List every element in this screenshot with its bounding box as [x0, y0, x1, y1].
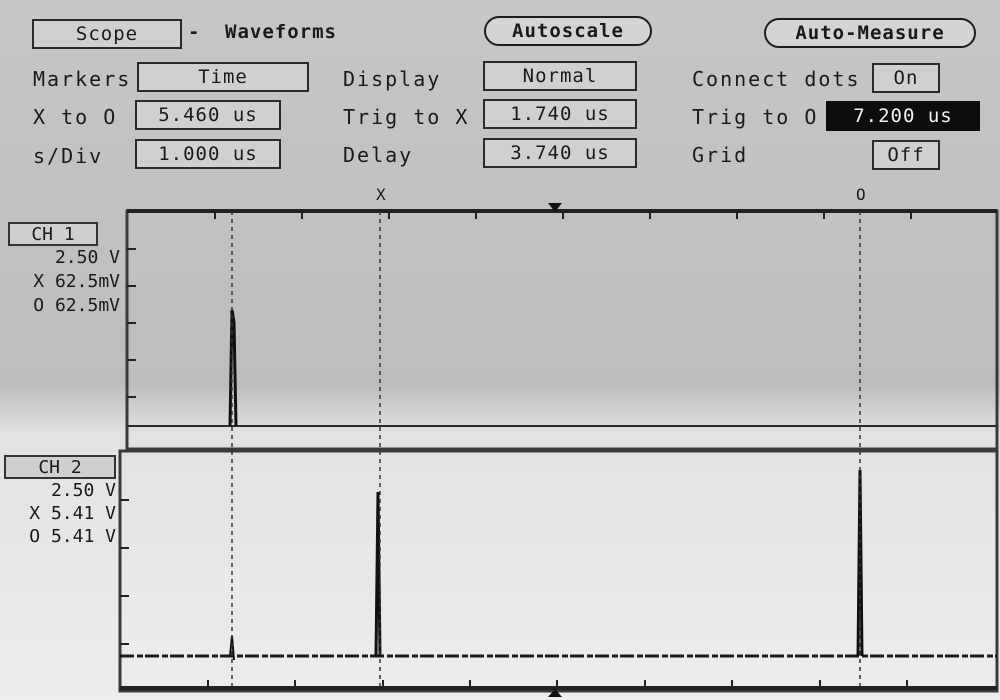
ch1-volts-div: 2.50 V [54, 247, 120, 268]
ch1-label[interactable]: CH 1 [8, 222, 98, 246]
waveform-display[interactable] [0, 0, 1000, 700]
ch1-x-value: X 62.5mV [33, 271, 120, 292]
ch1-waveform [228, 309, 238, 427]
ch2-label[interactable]: CH 2 [4, 455, 116, 479]
ch1-o-value: O 62.5mV [33, 295, 120, 316]
ch2-x-value: X 5.41 V [29, 503, 116, 524]
ch2-volts-div: 2.50 V [50, 480, 116, 501]
ch1-trace-area [125, 209, 999, 451]
ch2-o-value: O 5.41 V [29, 526, 116, 547]
